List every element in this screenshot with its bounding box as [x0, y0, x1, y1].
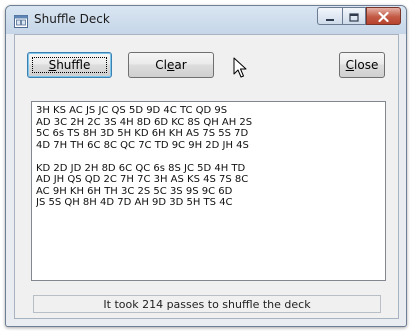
deck-line: JS 5S QH 8H 4D 7D AH 9D 3D 5H TS 4C — [36, 197, 233, 208]
deck-line: 5C 6s TS 8H 3D 5H KD 6H KH AS 7S 5S 7D — [36, 128, 249, 139]
maximize-icon — [349, 7, 359, 26]
close-window-button[interactable] — [366, 7, 401, 25]
close-x-icon — [378, 7, 389, 26]
shuffle-label: Shuffle — [48, 58, 91, 72]
cards-window-icon — [14, 13, 28, 28]
shuffle-deck-window: Shuffle Deck Shuffle Clear Close 3H KS A… — [5, 5, 407, 327]
deck-line: AC 9H KH 6H TH 3C 2S 5C 3S 9S 9C 6D — [36, 185, 233, 197]
shuffle-result-block-1: 3H KS AC JS JC QS 5D 9D 4C TC QD 9S AD 3C… — [36, 105, 381, 151]
deck-line: 4D 7H TH 6C 8C QC 7C TD 9C 9H 2D JH 4S — [36, 139, 249, 151]
minimize-icon — [325, 7, 335, 26]
deck-line: AD 3C 2H 2C 3S 4H 8D 6D KC 8S QH AH 2S — [36, 116, 253, 128]
mouse-pointer-icon — [233, 57, 247, 79]
title-bar[interactable]: Shuffle Deck — [6, 6, 406, 34]
clear-button[interactable]: Clear — [128, 52, 214, 78]
dialog-client-area: Shuffle Clear Close 3H KS AC JS JC QS 5D… — [14, 34, 399, 319]
window-title: Shuffle Deck — [34, 12, 110, 26]
deck-line: 3H KS AC JS JC QS 5D 9D 4C TC QD 9S — [36, 105, 228, 116]
shuffle-result-block-2: KD 2D JD 2H 8D 6C QC 6s 8S JC 5D 4H TD AD… — [36, 163, 381, 209]
maximize-button[interactable] — [342, 7, 366, 25]
minimize-button[interactable] — [317, 7, 342, 25]
close-button[interactable]: Close — [339, 52, 385, 78]
deck-output-textbox[interactable]: 3H KS AC JS JC QS 5D 9D 4C TC QD 9S AD 3C… — [31, 101, 386, 281]
shuffle-button[interactable]: Shuffle — [27, 52, 112, 78]
deck-line: KD 2D JD 2H 8D 6C QC 6s 8S JC 5D 4H TD — [36, 162, 246, 174]
close-label: Close — [345, 58, 379, 72]
status-label: It took 214 passes to shuffle the deck — [33, 295, 381, 313]
clear-label: Clear — [155, 58, 187, 72]
deck-line: AD JH QS QD 2C 7H 7C 3H AS KS 4S 7S 8C — [36, 174, 249, 185]
